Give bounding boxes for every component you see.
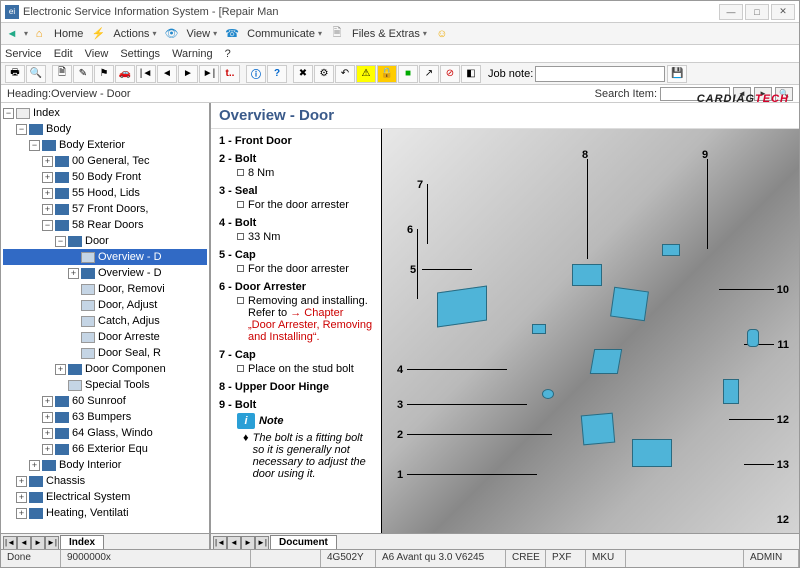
- jobnote-save-icon[interactable]: 💾: [667, 65, 687, 83]
- help-icon[interactable]: ?: [267, 65, 287, 83]
- del-icon[interactable]: ⊘: [440, 65, 460, 83]
- tag-icon[interactable]: ◧: [461, 65, 481, 83]
- search-prev-button[interactable]: ◄: [733, 87, 751, 101]
- prev-icon[interactable]: |◄: [136, 65, 156, 83]
- note-icon[interactable]: ✎: [73, 65, 93, 83]
- flag-icon[interactable]: ⚑: [94, 65, 114, 83]
- menu-settings[interactable]: Settings: [120, 48, 160, 60]
- view-button[interactable]: View▾: [182, 27, 221, 41]
- smiley-icon[interactable]: ☺: [435, 27, 449, 41]
- search-label: Search Item:: [595, 88, 657, 100]
- back-icon[interactable]: ◄: [5, 27, 19, 41]
- window-title: Electronic Service Information System - …: [23, 6, 719, 18]
- check-icon[interactable]: ■: [398, 65, 418, 83]
- doc-tab-last[interactable]: ►|: [255, 536, 269, 550]
- doc-tab-first[interactable]: |◄: [213, 536, 227, 550]
- search-next-button[interactable]: ►: [754, 87, 772, 101]
- next-icon[interactable]: ►|: [199, 65, 219, 83]
- tab-scroll-first[interactable]: |◄: [3, 536, 17, 550]
- exploded-diagram: 7 6 5 4 3 2 1 8 9 10 11 12 13 12: [381, 129, 799, 539]
- fwd-arrow-icon[interactable]: ►: [178, 65, 198, 83]
- menu-service[interactable]: Service: [5, 48, 42, 60]
- car-icon[interactable]: 🚗: [115, 65, 135, 83]
- lock-icon[interactable]: 🔒: [377, 65, 397, 83]
- maximize-button[interactable]: □: [745, 4, 769, 20]
- tab-scroll-last[interactable]: ►|: [45, 536, 59, 550]
- close-button[interactable]: ✕: [771, 4, 795, 20]
- communicate-button[interactable]: Communicate▾: [243, 27, 326, 41]
- tool2-icon[interactable]: ⚙: [314, 65, 334, 83]
- doc-text: 1 - Front Door 2 - Bolt8 Nm 3 - SealFor …: [211, 129, 381, 539]
- home-button[interactable]: Home: [50, 27, 87, 41]
- print-icon[interactable]: 🖶: [5, 65, 25, 83]
- app-icon: ei: [5, 5, 19, 19]
- info-icon[interactable]: ⓘ: [246, 65, 266, 83]
- doc-tab-next[interactable]: ►: [241, 536, 255, 550]
- heading-label: Heading:: [7, 88, 51, 100]
- tool1-icon[interactable]: ✖: [293, 65, 313, 83]
- home-icon[interactable]: ⌂: [32, 27, 46, 41]
- note-icon: i: [237, 413, 255, 429]
- back-arrow-icon[interactable]: ◄: [157, 65, 177, 83]
- menu-edit[interactable]: Edit: [54, 48, 73, 60]
- doc-icon[interactable]: 🗎: [52, 65, 72, 83]
- view-icon: 👁: [164, 27, 178, 41]
- actions-button[interactable]: Actions▾: [109, 27, 160, 41]
- search-go-button[interactable]: 🔍: [775, 87, 793, 101]
- diag-icon[interactable]: ↗: [419, 65, 439, 83]
- doc-tab-prev[interactable]: ◄: [227, 536, 241, 550]
- communicate-icon: ☎: [225, 27, 239, 41]
- tab-scroll-next[interactable]: ►: [31, 536, 45, 550]
- statusbar: Done 9000000x 4G502Y A6 Avant qu 3.0 V62…: [1, 549, 799, 567]
- files-button[interactable]: Files & Extras▾: [348, 27, 431, 41]
- doc-title: Overview - Door: [211, 103, 799, 129]
- jobnote-input[interactable]: [535, 66, 665, 82]
- search-input[interactable]: [660, 87, 730, 101]
- tab-document[interactable]: Document: [270, 535, 337, 550]
- menu-view[interactable]: View: [85, 48, 109, 60]
- actions-icon: ⚡: [91, 27, 105, 41]
- warn-icon[interactable]: ⚠: [356, 65, 376, 83]
- tab-scroll-prev[interactable]: ◄: [17, 536, 31, 550]
- undo-icon[interactable]: ↶: [335, 65, 355, 83]
- nav-tree[interactable]: −Index −Body −Body Exterior +00 General,…: [1, 103, 209, 533]
- tab-index[interactable]: Index: [60, 535, 104, 550]
- files-icon: 🗎: [330, 27, 344, 41]
- jobnote-label: Job note:: [488, 68, 533, 80]
- text-icon[interactable]: t..: [220, 65, 240, 83]
- menu-help[interactable]: ?: [225, 48, 231, 60]
- heading-value: Overview - Door: [51, 88, 130, 100]
- menu-warning[interactable]: Warning: [172, 48, 213, 60]
- minimize-button[interactable]: —: [719, 4, 743, 20]
- search-icon[interactable]: 🔍: [26, 65, 46, 83]
